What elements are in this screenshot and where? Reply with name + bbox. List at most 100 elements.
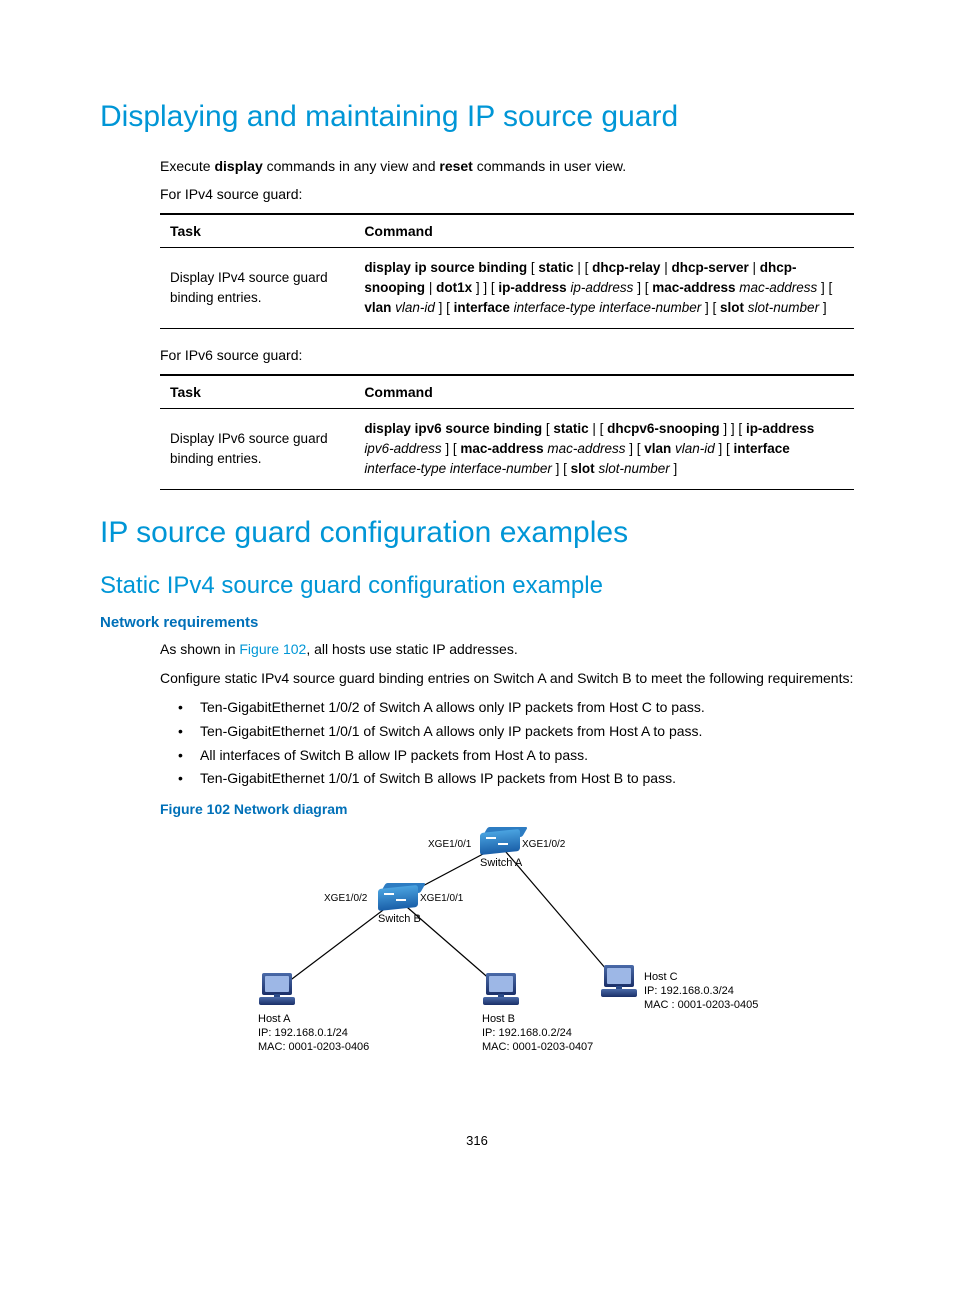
t: ip-address <box>567 280 634 295</box>
t: , all hosts use static IP addresses. <box>306 641 517 657</box>
t: dot1x <box>436 280 472 295</box>
list-item: Ten-GigabitEthernet 1/0/1 of Switch A al… <box>160 720 854 744</box>
t: interface-type interface-number <box>510 300 701 315</box>
t: vlan <box>364 300 391 315</box>
task-cell: Display IPv4 source guard binding entrie… <box>160 247 354 329</box>
t: interface-type interface-number <box>364 461 552 476</box>
t: Host C <box>644 971 758 985</box>
t: mac-address <box>736 280 818 295</box>
intro-para: Execute display commands in any view and… <box>160 156 854 176</box>
t: dhcpv6-snooping <box>607 421 720 436</box>
port-label: XGE1/0/2 <box>324 893 367 904</box>
t: IP: 192.168.0.3/24 <box>644 985 758 999</box>
t: static <box>538 260 573 275</box>
t: ] [ <box>633 280 652 295</box>
t: ] [ <box>817 280 832 295</box>
th-command: Command <box>354 375 854 409</box>
t: Host A <box>258 1013 369 1027</box>
switch-icon <box>378 883 418 911</box>
t: ] [ <box>435 300 454 315</box>
for-ipv4: For IPv4 source guard: <box>160 184 854 204</box>
t: | [ <box>574 260 593 275</box>
t: IP: 192.168.0.1/24 <box>258 1027 369 1041</box>
t: ] [ <box>552 461 571 476</box>
task-cell: Display IPv6 source guard binding entrie… <box>160 408 354 490</box>
t: mac-address <box>544 441 626 456</box>
t: ip-address <box>746 421 814 436</box>
t: interface <box>454 300 510 315</box>
t: MAC: 0001-0203-0406 <box>258 1041 369 1055</box>
t: Execute <box>160 158 214 174</box>
t: [ <box>527 260 538 275</box>
t: Host B <box>482 1013 593 1027</box>
th-command: Command <box>354 214 854 248</box>
list-item: All interfaces of Switch B allow IP pack… <box>160 744 854 768</box>
t: MAC : 0001-0203-0405 <box>644 999 758 1013</box>
t: | <box>425 280 436 295</box>
t: display ipv6 source binding <box>364 421 542 436</box>
t: [ <box>542 421 553 436</box>
table-row: Display IPv4 source guard binding entrie… <box>160 247 854 329</box>
port-label: XGE1/0/1 <box>428 839 471 850</box>
t: slot-number <box>744 300 819 315</box>
t: ] [ <box>715 441 734 456</box>
requirements-list: Ten-GigabitEthernet 1/0/2 of Switch A al… <box>160 696 854 791</box>
page-number: 316 <box>100 1133 854 1148</box>
t: ] ] [ <box>472 280 498 295</box>
for-ipv6: For IPv6 source guard: <box>160 345 854 365</box>
t: ip-address <box>498 280 566 295</box>
t: ] [ <box>625 441 644 456</box>
t: MAC: 0001-0203-0407 <box>482 1041 593 1055</box>
t: commands in user view. <box>473 158 626 174</box>
t: mac-address <box>652 280 735 295</box>
host-c-label: Host C IP: 192.168.0.3/24 MAC : 0001-020… <box>644 971 758 1012</box>
figure-caption: Figure 102 Network diagram <box>160 801 854 817</box>
t: interface <box>734 441 790 456</box>
req-intro: As shown in Figure 102, all hosts use st… <box>160 639 854 659</box>
port-label: XGE1/0/2 <box>522 839 565 850</box>
host-icon <box>482 973 520 1009</box>
host-icon <box>258 973 296 1009</box>
t: | [ <box>589 421 608 436</box>
command-cell: display ipv6 source binding [ static | [… <box>354 408 854 490</box>
ipv6-table: Task Command Display IPv6 source guard b… <box>160 374 854 491</box>
switch-b-label: Switch B <box>378 913 421 927</box>
th-task: Task <box>160 375 354 409</box>
switch-icon <box>480 827 520 855</box>
list-item: Ten-GigabitEthernet 1/0/2 of Switch A al… <box>160 696 854 720</box>
t: ipv6-address <box>364 441 441 456</box>
t: ] <box>670 461 678 476</box>
req-para2: Configure static IPv4 source guard bindi… <box>160 668 854 688</box>
t: display <box>214 158 262 174</box>
host-b-label: Host B IP: 192.168.0.2/24 MAC: 0001-0203… <box>482 1013 593 1054</box>
figure-link[interactable]: Figure 102 <box>239 641 306 657</box>
t: slot-number <box>595 461 670 476</box>
heading-network-req: Network requirements <box>100 614 854 631</box>
t: slot <box>720 300 744 315</box>
command-cell: display ip source binding [ static | [ d… <box>354 247 854 329</box>
port-label: XGE1/0/1 <box>420 893 463 904</box>
t: | <box>749 260 760 275</box>
table-row: Display IPv6 source guard binding entrie… <box>160 408 854 490</box>
t: vlan <box>644 441 671 456</box>
switch-a-label: Switch A <box>480 857 522 871</box>
heading-examples: IP source guard configuration examples <box>100 516 854 550</box>
t: mac-address <box>460 441 543 456</box>
t: ] <box>819 300 827 315</box>
t: reset <box>439 158 472 174</box>
ipv4-table: Task Command Display IPv4 source guard b… <box>160 213 854 330</box>
t: | <box>660 260 671 275</box>
t: static <box>553 421 588 436</box>
t: vlan-id <box>391 300 435 315</box>
t: display ip source binding <box>364 260 527 275</box>
t: ] [ <box>701 300 720 315</box>
host-icon <box>600 965 638 1001</box>
host-a-label: Host A IP: 192.168.0.1/24 MAC: 0001-0203… <box>258 1013 369 1054</box>
th-task: Task <box>160 214 354 248</box>
t: IP: 192.168.0.2/24 <box>482 1027 593 1041</box>
t: ] ] [ <box>720 421 746 436</box>
t: slot <box>571 461 595 476</box>
heading-static-ipv4: Static IPv4 source guard configuration e… <box>100 572 854 600</box>
t: dhcp-server <box>671 260 748 275</box>
heading-displaying: Displaying and maintaining IP source gua… <box>100 100 854 134</box>
